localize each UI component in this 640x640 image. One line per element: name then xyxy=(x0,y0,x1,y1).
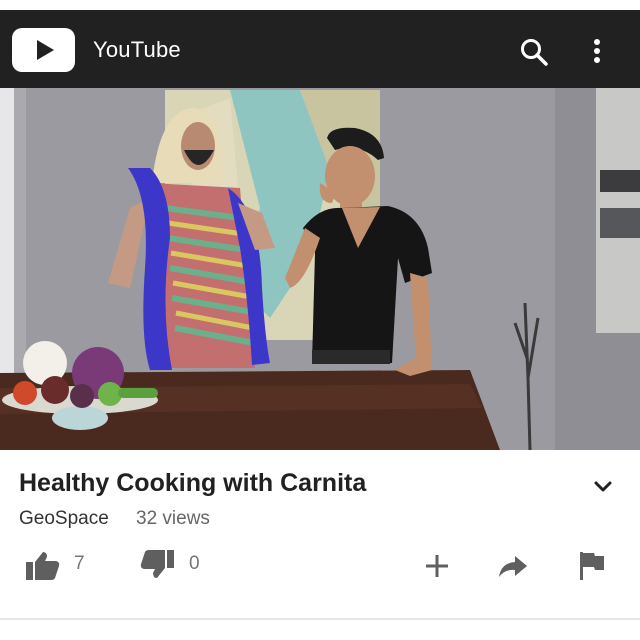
divider xyxy=(0,618,640,620)
top-border xyxy=(0,0,640,10)
view-count: 32 views xyxy=(136,508,210,529)
video-title: Healthy Cooking with Carnita xyxy=(19,469,367,497)
chevron-down-icon[interactable] xyxy=(590,474,616,500)
youtube-play-icon[interactable] xyxy=(12,28,75,72)
action-bar: 7 0 xyxy=(0,546,640,596)
app-bar: YouTube xyxy=(0,10,640,88)
thumbs-up-icon[interactable] xyxy=(22,546,62,586)
share-arrow-icon[interactable] xyxy=(493,546,533,586)
search-icon[interactable] xyxy=(516,34,552,70)
video-frame xyxy=(0,88,640,450)
more-vertical-icon[interactable] xyxy=(582,34,612,70)
app-title: YouTube xyxy=(93,37,181,62)
like-count: 7 xyxy=(74,553,85,574)
channel-name[interactable]: GeoSpace xyxy=(19,508,109,530)
thumbs-down-icon[interactable] xyxy=(138,546,178,586)
video-info: Healthy Cooking with Carnita GeoSpace 32… xyxy=(0,450,640,640)
video-player[interactable] xyxy=(0,88,640,450)
plus-icon[interactable] xyxy=(417,546,457,586)
flag-icon[interactable] xyxy=(572,546,612,586)
dislike-count: 0 xyxy=(189,553,200,574)
